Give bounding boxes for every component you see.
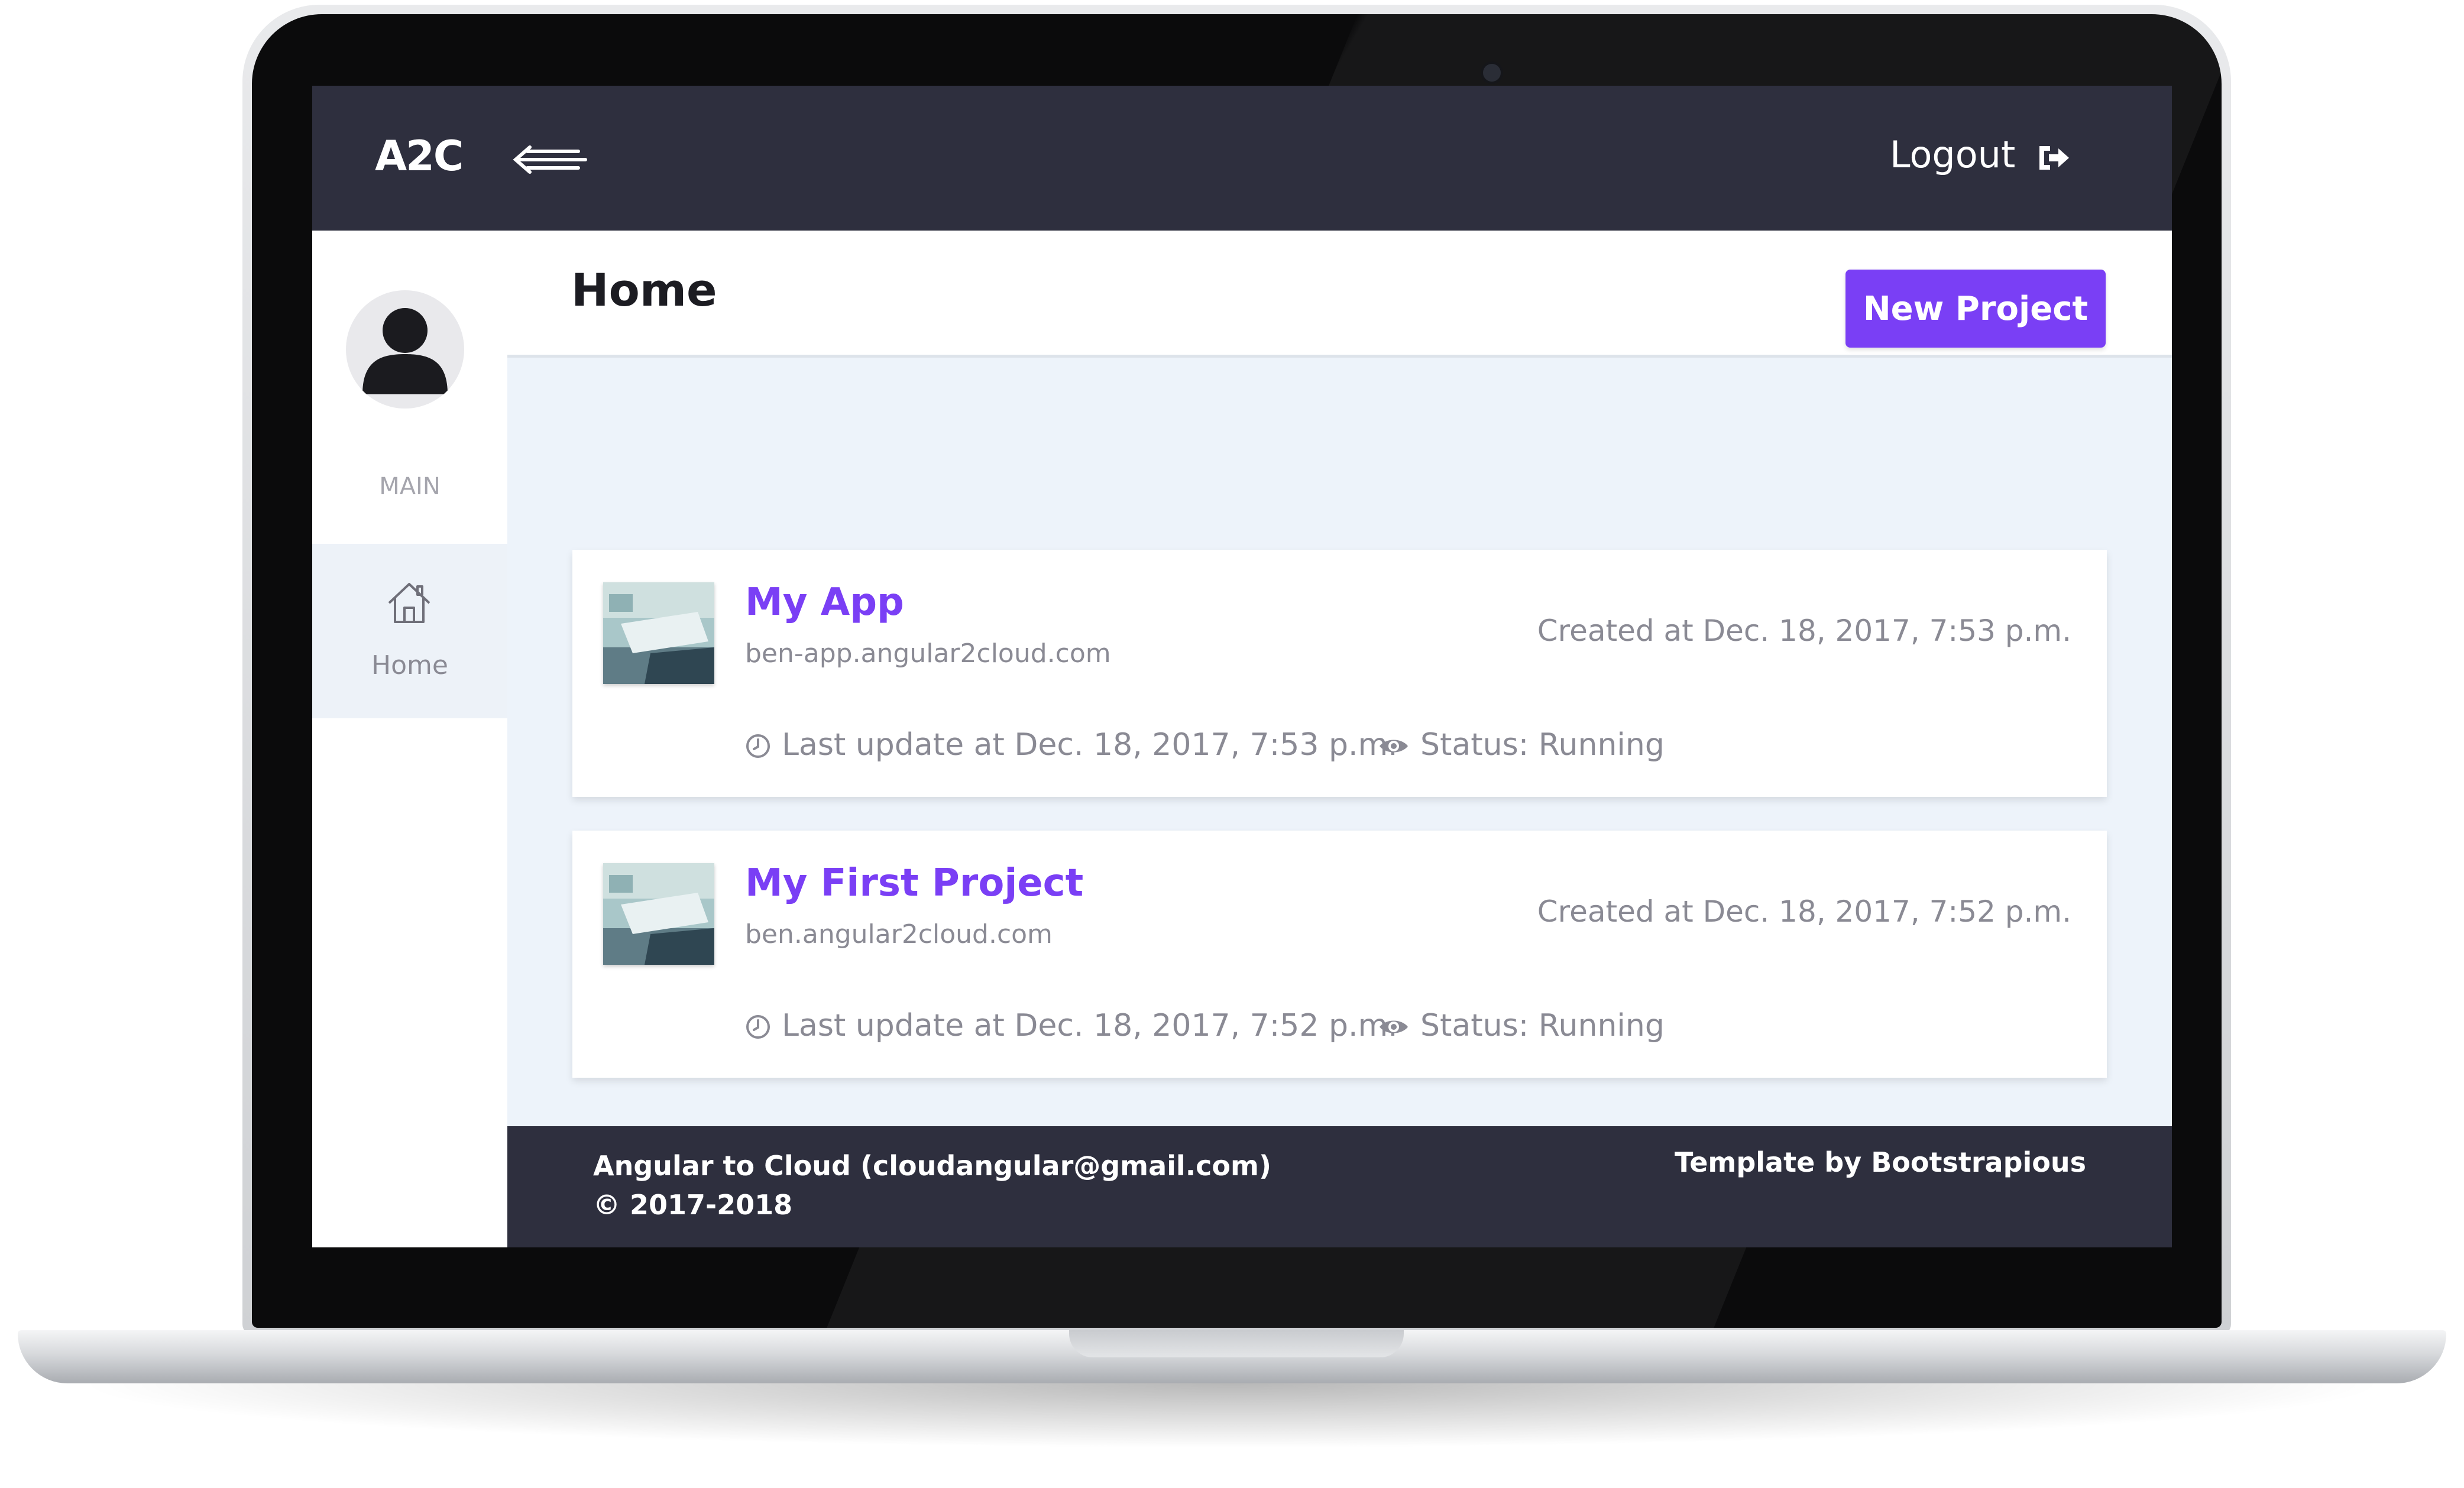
top-navbar: A2C Logout — [312, 86, 2172, 231]
laptop-shadow — [71, 1383, 2393, 1448]
eye-icon — [1380, 1020, 1408, 1033]
project-url[interactable]: ben-app.angular2cloud.com — [745, 638, 1111, 669]
new-project-button[interactable]: New Project — [1845, 270, 2106, 348]
project-card: My App ben-app.angular2cloud.com Created… — [572, 550, 2107, 797]
project-meta: Last update at Dec. 18, 2017, 7:52 p.m. … — [745, 1008, 1809, 1043]
app-screen: A2C Logout MAIN Home Home New Project My… — [312, 86, 2172, 1247]
webcam — [1481, 61, 1503, 84]
clock-icon — [746, 734, 770, 758]
brand-logo[interactable]: A2C — [375, 132, 464, 180]
main-content: Home New Project My App ben-app.angular2… — [507, 231, 2172, 1126]
project-last-update: Last update at Dec. 18, 2017, 7:52 p.m. — [782, 1008, 1398, 1043]
project-meta: Last update at Dec. 18, 2017, 7:53 p.m. … — [745, 727, 1809, 763]
menu-arrow-icon[interactable] — [507, 139, 590, 180]
project-name-link[interactable]: My First Project — [745, 861, 1083, 905]
sidebar-item-label: Home — [371, 650, 448, 680]
project-url[interactable]: ben.angular2cloud.com — [745, 919, 1053, 949]
eye-icon — [1380, 740, 1408, 753]
laptop-notch — [1069, 1330, 1404, 1357]
clock-icon — [746, 1015, 770, 1039]
project-created-date: Created at Dec. 18, 2017, 7:52 p.m. — [1537, 894, 2071, 929]
sidebar-section-heading: MAIN — [379, 473, 441, 500]
footer-credit[interactable]: Template by Bootstrapious — [1675, 1146, 2086, 1178]
home-icon — [388, 583, 430, 623]
project-status: Status: Running — [1420, 1008, 1665, 1043]
project-card: My First Project ben.angular2cloud.com C… — [572, 831, 2107, 1078]
footer: Angular to Cloud (cloudangular@gmail.com… — [507, 1126, 2172, 1247]
sidebar-item-home[interactable]: Home — [312, 544, 507, 718]
avatar[interactable] — [346, 290, 464, 409]
project-image — [603, 863, 714, 965]
project-image — [603, 582, 714, 684]
user-icon — [362, 308, 448, 394]
project-created-date: Created at Dec. 18, 2017, 7:53 p.m. — [1537, 614, 2071, 648]
page-title: Home — [571, 264, 717, 316]
footer-copyright: Angular to Cloud (cloudangular@gmail.com… — [593, 1150, 1271, 1221]
logout-link[interactable]: Logout — [1890, 133, 2015, 176]
project-status: Status: Running — [1420, 727, 1665, 763]
project-thumbnail[interactable] — [603, 863, 714, 965]
page-header: Home New Project — [507, 231, 2172, 358]
project-thumbnail[interactable] — [603, 582, 714, 684]
sidebar: MAIN Home — [312, 231, 507, 1247]
project-last-update: Last update at Dec. 18, 2017, 7:53 p.m. — [782, 727, 1398, 763]
project-name-link[interactable]: My App — [745, 581, 904, 624]
sign-out-icon[interactable] — [2036, 140, 2071, 176]
